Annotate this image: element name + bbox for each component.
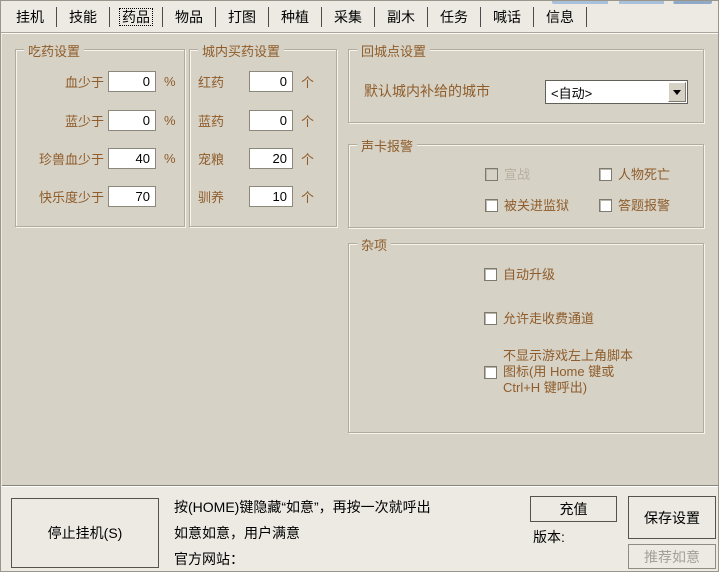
tab-wupin[interactable]: 物品 bbox=[163, 7, 216, 27]
checkbox-row-hide-script-icon[interactable]: 不显示游戏左上角脚本 图标(用 Home 键或 Ctrl+H 键呼出) bbox=[484, 348, 633, 396]
window-controls-fragment bbox=[552, 1, 712, 4]
version-label: 版本: bbox=[533, 527, 565, 547]
pet-hp-less-input[interactable] bbox=[108, 148, 156, 169]
blue-med-unit: 个 bbox=[301, 111, 314, 130]
tab-yaopin[interactable]: 药品 bbox=[110, 7, 163, 27]
tab-renwu[interactable]: 任务 bbox=[428, 7, 481, 27]
tab-page-yaopin: 吃药设置 血少于 % 蓝少于 % 珍兽血少于 % 快乐度少于 bbox=[2, 34, 718, 486]
pet-hp-less-label: 珍兽血少于 bbox=[20, 149, 104, 168]
toll-passage-label[interactable]: 允许走收费通道 bbox=[503, 311, 594, 327]
happiness-less-input[interactable] bbox=[108, 186, 156, 207]
tab-datu[interactable]: 打图 bbox=[216, 7, 269, 27]
group-sound-alarm: 声卡报警 宣战 人物死亡 被关进监狱 答题报警 bbox=[348, 144, 704, 228]
auto-levelup-checkbox[interactable] bbox=[484, 268, 497, 281]
info-line-3: 官方网站： bbox=[174, 546, 431, 572]
tab-bar: 挂机 技能 药品 物品 打图 种植 采集 副木 任务 喊话 信息 bbox=[4, 5, 587, 29]
checkbox-row-declare-war: 宣战 bbox=[485, 167, 530, 183]
blue-med-input[interactable] bbox=[249, 110, 293, 131]
mp-less-input[interactable] bbox=[108, 110, 156, 131]
combobox-value: <自动> bbox=[546, 83, 668, 102]
jailed-checkbox[interactable] bbox=[485, 199, 498, 212]
footer-info-text: 按(HOME)键隐藏“如意”，再按一次就呼出 如意如意，用户满意 官方网站： bbox=[174, 494, 431, 572]
hp-less-input[interactable] bbox=[108, 71, 156, 92]
recommend-ruyi-button: 推荐如意 bbox=[628, 544, 716, 569]
declare-war-label: 宣战 bbox=[504, 167, 530, 183]
group-eat-medicine: 吃药设置 血少于 % 蓝少于 % 珍兽血少于 % 快乐度少于 bbox=[15, 49, 185, 227]
red-med-unit: 个 bbox=[301, 72, 314, 91]
red-med-label: 红药 bbox=[198, 72, 226, 91]
auto-levelup-label[interactable]: 自动升级 bbox=[503, 267, 555, 283]
tab-xinxi[interactable]: 信息 bbox=[534, 7, 587, 27]
default-city-combobox[interactable]: <自动> bbox=[545, 80, 688, 104]
checkbox-row-toll-passage[interactable]: 允许走收费通道 bbox=[484, 311, 594, 327]
footer-bar: 停止挂机(S) 按(HOME)键隐藏“如意”，再按一次就呼出 如意如意，用户满意… bbox=[2, 488, 718, 572]
jailed-label[interactable]: 被关进监狱 bbox=[504, 198, 569, 214]
hide-script-icon-checkbox[interactable] bbox=[484, 366, 497, 379]
blue-med-label: 蓝药 bbox=[198, 111, 226, 130]
tab-guaji[interactable]: 挂机 bbox=[4, 7, 57, 27]
pet-hp-less-unit: % bbox=[164, 151, 176, 166]
group-return-city: 回城点设置 默认城内补给的城市 <自动> bbox=[348, 49, 704, 123]
toll-passage-checkbox[interactable] bbox=[484, 312, 497, 325]
recharge-button[interactable]: 充值 bbox=[530, 496, 617, 522]
info-line-1: 按(HOME)键隐藏“如意”，再按一次就呼出 bbox=[174, 494, 431, 520]
happiness-less-label: 快乐度少于 bbox=[20, 187, 104, 206]
save-settings-button[interactable]: 保存设置 bbox=[628, 496, 716, 539]
group-misc: 杂项 自动升级 允许走收费通道 不显示游戏左上角脚本 图标(用 Home 键或 … bbox=[348, 243, 704, 433]
app-window: 挂机 技能 药品 物品 打图 种植 采集 副木 任务 喊话 信息 吃药设置 血少… bbox=[0, 0, 719, 572]
group-title: 吃药设置 bbox=[24, 41, 84, 60]
char-death-label[interactable]: 人物死亡 bbox=[618, 167, 670, 183]
char-death-checkbox[interactable] bbox=[599, 168, 612, 181]
group-title: 杂项 bbox=[357, 235, 391, 254]
red-med-input[interactable] bbox=[249, 71, 293, 92]
group-buy-medicine: 城内买药设置 红药 个 蓝药 个 宠粮 个 驯养 个 bbox=[189, 49, 337, 227]
taming-unit: 个 bbox=[301, 187, 314, 206]
info-line-2: 如意如意，用户满意 bbox=[174, 520, 431, 546]
group-title: 回城点设置 bbox=[357, 41, 430, 60]
tab-zhongzhi[interactable]: 种植 bbox=[269, 7, 322, 27]
checkbox-row-quiz-alarm[interactable]: 答题报警 bbox=[599, 198, 670, 214]
default-city-label: 默认城内补给的城市 bbox=[364, 81, 490, 101]
hp-less-label: 血少于 bbox=[20, 72, 104, 91]
checkbox-row-char-death[interactable]: 人物死亡 bbox=[599, 167, 670, 183]
quiz-alarm-label[interactable]: 答题报警 bbox=[618, 198, 670, 214]
tab-caiji[interactable]: 采集 bbox=[322, 7, 375, 27]
mp-less-label: 蓝少于 bbox=[20, 111, 104, 130]
pet-food-input[interactable] bbox=[249, 148, 293, 169]
declare-war-checkbox bbox=[485, 168, 498, 181]
group-title: 城内买药设置 bbox=[198, 41, 284, 60]
tab-hanhua[interactable]: 喊话 bbox=[481, 7, 534, 27]
stop-afk-button[interactable]: 停止挂机(S) bbox=[11, 498, 159, 568]
pet-food-unit: 个 bbox=[301, 149, 314, 168]
tab-fumu[interactable]: 副木 bbox=[375, 7, 428, 27]
pet-food-label: 宠粮 bbox=[198, 149, 226, 168]
group-title: 声卡报警 bbox=[357, 136, 417, 155]
hide-script-icon-label[interactable]: 不显示游戏左上角脚本 图标(用 Home 键或 Ctrl+H 键呼出) bbox=[503, 348, 633, 396]
checkbox-row-auto-levelup[interactable]: 自动升级 bbox=[484, 267, 555, 283]
hp-less-unit: % bbox=[164, 74, 176, 89]
chevron-down-icon bbox=[673, 90, 681, 95]
tab-jineng[interactable]: 技能 bbox=[57, 7, 110, 27]
checkbox-row-jailed[interactable]: 被关进监狱 bbox=[485, 198, 569, 214]
taming-label: 驯养 bbox=[198, 187, 226, 206]
combobox-drop-button[interactable] bbox=[668, 82, 686, 102]
quiz-alarm-checkbox[interactable] bbox=[599, 199, 612, 212]
mp-less-unit: % bbox=[164, 113, 176, 128]
taming-input[interactable] bbox=[249, 186, 293, 207]
